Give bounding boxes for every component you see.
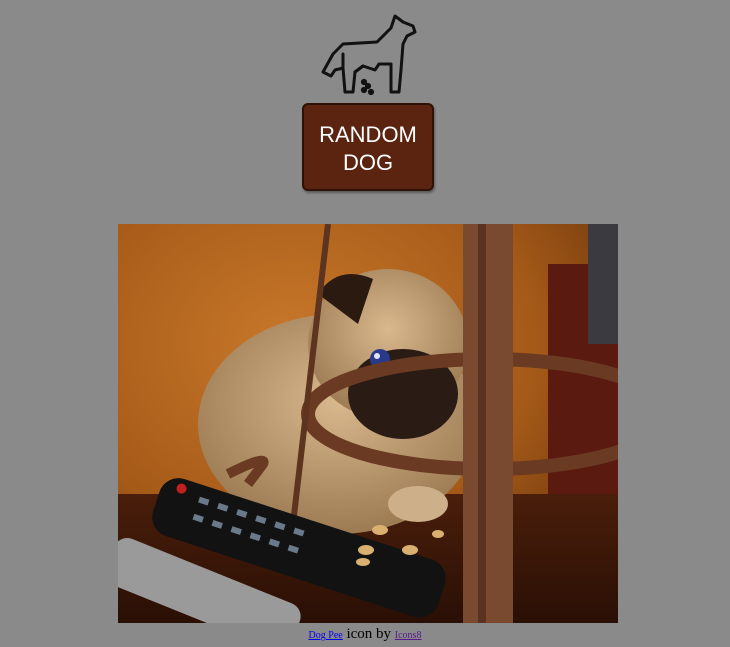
dog-photo <box>118 224 618 623</box>
icon-credit: Dog Pee icon by Icons8 <box>0 626 730 643</box>
icons8-link[interactable]: Icons8 <box>395 630 422 641</box>
credit-text: icon by <box>342 626 395 642</box>
random-dog-button[interactable]: RANDOM DOG <box>302 103 434 191</box>
dog-pee-link[interactable]: Dog Pee <box>309 630 343 641</box>
dog-pee-icon <box>319 10 417 98</box>
